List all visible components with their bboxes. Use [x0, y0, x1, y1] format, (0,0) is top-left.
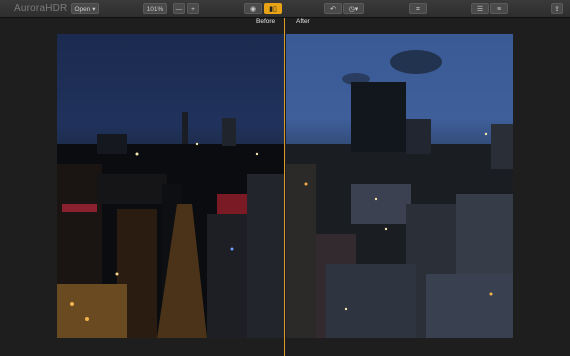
zoom-level-display[interactable]: 101% [143, 3, 167, 14]
eye-icon: ◉ [249, 6, 257, 13]
layers-icon: ☰ [476, 6, 484, 13]
undo-button[interactable]: ↶ [324, 3, 342, 14]
history-icon: ◷▾ [348, 6, 359, 13]
compare-divider-handle[interactable] [284, 18, 285, 356]
adjustments-panel-button[interactable]: ≡ [490, 3, 508, 14]
app-logo: AuroraHDR [14, 3, 68, 14]
after-label: After [296, 18, 310, 25]
before-label: Before [256, 18, 276, 25]
top-toolbar: AuroraHDR Open ▾ 101% — + ◉ ▮▯ ↶ ◷▾ ⌗ ☰ … [0, 0, 570, 18]
zoom-in-button[interactable]: + [187, 3, 199, 14]
crop-icon: ⌗ [416, 6, 420, 13]
sliders-icon: ≡ [496, 6, 502, 13]
crop-button[interactable]: ⌗ [409, 3, 427, 14]
undo-icon: ↶ [330, 6, 336, 13]
after-cityscape [286, 50, 513, 338]
share-button[interactable]: ⇪ [551, 3, 563, 14]
history-button[interactable]: ◷▾ [343, 3, 364, 14]
open-button[interactable]: Open ▾ [71, 3, 99, 14]
share-icon: ⇪ [554, 6, 560, 13]
split-view-icon: ▮▯ [269, 6, 277, 13]
after-image [286, 34, 513, 338]
layers-panel-button[interactable]: ☰ [471, 3, 489, 14]
before-cityscape [57, 112, 285, 338]
zoom-out-button[interactable]: — [173, 3, 185, 14]
compare-toggle-button[interactable]: ▮▯ [264, 3, 282, 14]
before-image [57, 34, 285, 338]
preview-toggle-button[interactable]: ◉ [244, 3, 262, 14]
